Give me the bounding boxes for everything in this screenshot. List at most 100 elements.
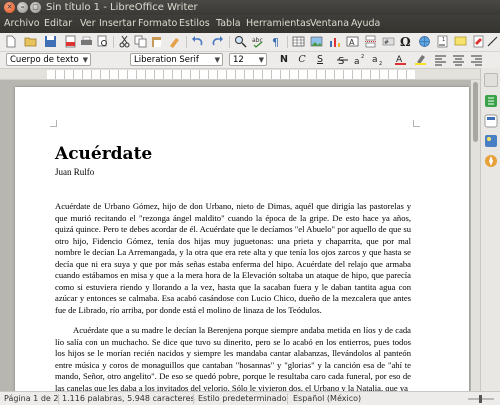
align-center-icon[interactable] (452, 53, 465, 66)
paragraph-style-select[interactable]: Cuerpo de texto ▼ (6, 53, 91, 66)
status-separator (193, 394, 194, 404)
bold-button[interactable]: N (278, 53, 290, 66)
page-break-icon[interactable] (364, 35, 377, 48)
vertical-scrollbar[interactable] (471, 80, 480, 391)
menu-ventana[interactable]: Ventana (310, 18, 349, 30)
svg-text:Ω: Ω (400, 35, 411, 48)
new-icon[interactable] (4, 35, 17, 48)
menu-ver[interactable]: Ver (80, 18, 96, 30)
scrollbar-thumb[interactable] (473, 82, 478, 142)
footnote-icon[interactable]: 1 (436, 35, 449, 48)
subscript-icon[interactable]: a2 (372, 53, 385, 66)
chart-icon[interactable] (328, 35, 341, 48)
document-workspace: Acuérdate Juan Rulfo Acuérdate de Urbano… (0, 80, 480, 391)
highlight-icon[interactable] (414, 53, 427, 66)
svg-text:#: # (384, 39, 389, 46)
svg-text:¶: ¶ (272, 36, 279, 48)
page-count[interactable]: Página 1 de 2 (4, 393, 58, 405)
formatting-marks-icon[interactable]: ¶ (270, 35, 283, 48)
clone-icon[interactable] (168, 35, 181, 48)
document-author: Juan Rulfo (55, 167, 95, 177)
paragraph-style-value: Cuerpo de texto (10, 55, 79, 65)
svg-text:2: 2 (361, 54, 364, 60)
font-color-icon[interactable]: A (394, 53, 407, 66)
menu-herramientas[interactable]: Herramientas (246, 18, 311, 30)
properties-icon[interactable] (484, 94, 498, 108)
document-page[interactable]: Acuérdate Juan Rulfo Acuérdate de Urbano… (15, 87, 469, 391)
close-icon[interactable]: ✕ (4, 2, 15, 13)
horizontal-ruler[interactable] (0, 68, 480, 80)
svg-text:a: a (354, 57, 360, 66)
cut-icon[interactable] (118, 35, 131, 48)
word-count[interactable]: 1.116 palabras, 5.948 caracteres (62, 393, 195, 405)
navigator-icon[interactable] (484, 154, 498, 168)
sidebar-deck (480, 68, 500, 391)
align-left-icon[interactable] (434, 53, 447, 66)
toolbar-separator (113, 36, 114, 48)
status-separator (287, 394, 288, 404)
track-changes-icon[interactable] (472, 35, 485, 48)
sidebar-menu-icon[interactable] (484, 73, 498, 87)
svg-text:2: 2 (379, 61, 382, 66)
ruler-ticks (47, 70, 415, 79)
menu-bar: Archivo Editar Ver Insertar Formato Esti… (0, 15, 500, 33)
font-name-value: Liberation Serif (134, 55, 199, 65)
print-preview-icon[interactable] (96, 35, 109, 48)
copy-icon[interactable] (134, 35, 147, 48)
menu-insertar[interactable]: Insertar (99, 18, 136, 30)
status-separator (58, 394, 59, 404)
underline-button[interactable]: S (314, 53, 326, 66)
language[interactable]: Español (México) (293, 393, 361, 405)
gallery-icon[interactable] (484, 134, 498, 148)
margin-corner-top-right (413, 120, 420, 127)
minimize-icon[interactable]: – (17, 2, 28, 13)
menu-archivo[interactable]: Archivo (4, 18, 40, 30)
window-title: Sin título 1 - LibreOffice Writer (46, 2, 198, 13)
svg-text:1: 1 (442, 37, 445, 43)
paste-icon[interactable] (150, 35, 163, 48)
font-name-select[interactable]: Liberation Serif ▼ (130, 53, 223, 66)
chevron-down-icon: ▼ (82, 56, 88, 64)
redo-icon[interactable] (211, 35, 224, 48)
chevron-down-icon: ▼ (258, 56, 264, 64)
superscript-icon[interactable]: a2 (354, 53, 367, 66)
document-title: Acuérdate (55, 144, 153, 164)
table-icon[interactable] (292, 35, 305, 48)
styles-icon[interactable] (484, 114, 498, 128)
find-replace-icon[interactable] (234, 35, 247, 48)
save-icon[interactable] (44, 35, 57, 48)
spelling-icon[interactable]: abc (252, 35, 265, 48)
open-icon[interactable] (24, 35, 37, 48)
undo-icon[interactable] (191, 35, 204, 48)
svg-text:S: S (338, 56, 344, 66)
menu-estilos[interactable]: Estilos (179, 18, 210, 30)
maximize-icon[interactable]: ▢ (30, 2, 41, 13)
menu-tabla[interactable]: Tabla (216, 18, 241, 30)
special-character-icon[interactable]: Ω (400, 35, 413, 48)
image-icon[interactable] (310, 35, 323, 48)
status-bar: Página 1 de 2 1.116 palabras, 5.948 cara… (0, 391, 500, 405)
export-pdf-icon[interactable] (64, 35, 77, 48)
menu-editar[interactable]: Editar (44, 18, 72, 30)
italic-button[interactable]: C (296, 53, 308, 66)
align-right-icon[interactable] (470, 53, 483, 66)
menu-ayuda[interactable]: Ayuda (351, 18, 380, 30)
font-size-value: 12 (233, 55, 244, 65)
toolbar-separator (287, 36, 288, 48)
standard-toolbar: abc ¶ A # Ω 1 (0, 33, 500, 52)
strikethrough-icon[interactable]: S (336, 53, 349, 66)
chevron-down-icon: ▼ (214, 56, 220, 64)
field-icon[interactable]: # (382, 35, 395, 48)
shapes-icon[interactable] (486, 35, 499, 48)
menu-formato[interactable]: Formato (138, 18, 177, 30)
svg-text:A: A (349, 38, 355, 47)
font-size-select[interactable]: 12 ▼ (229, 53, 267, 66)
body-paragraph: Acuérdate de Urbano Gómez, hijo de don U… (55, 201, 411, 315)
print-icon[interactable] (80, 35, 93, 48)
textbox-icon[interactable]: A (346, 35, 359, 48)
page-style[interactable]: Estilo predeterminado (198, 393, 287, 405)
comment-icon[interactable] (454, 35, 467, 48)
hyperlink-icon[interactable] (418, 35, 431, 48)
margin-corner-top-left (50, 120, 57, 127)
zoom-slider[interactable] (466, 394, 496, 404)
